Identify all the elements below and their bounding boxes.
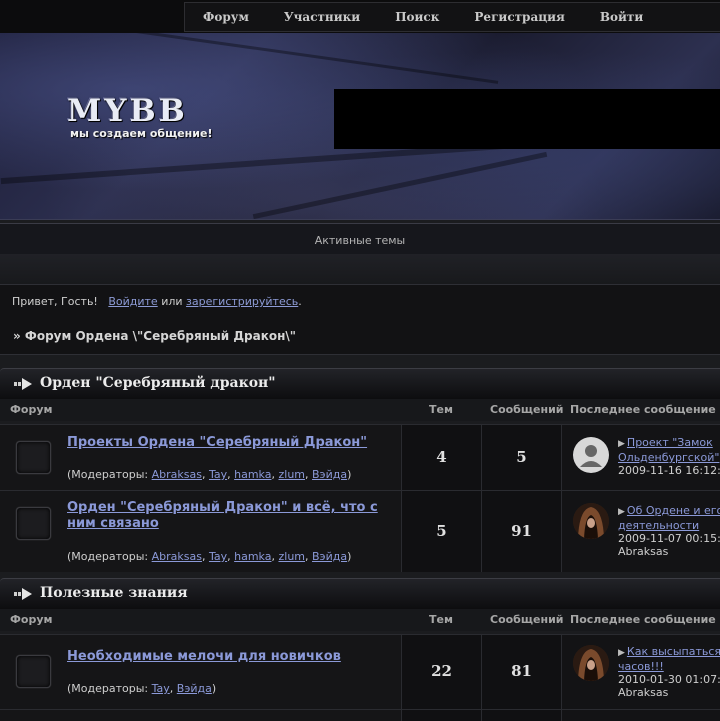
avatar[interactable] xyxy=(573,503,609,539)
goto-post-icon[interactable]: ▶ xyxy=(618,507,625,517)
forum-status-icon xyxy=(16,441,51,474)
top-menu: Форум Участники Поиск Регистрация Войти xyxy=(184,2,720,32)
breadcrumb: » Форум Ордена \"Серебряный Дракон\" xyxy=(0,318,720,355)
category-title: Полезные знания xyxy=(40,585,188,601)
last-post-link-cont[interactable]: деятельности xyxy=(618,519,699,532)
forum-row: Необходимые мелочи для новичков (Модерат… xyxy=(0,634,720,709)
hooded-avatar-icon xyxy=(573,645,609,681)
moderator-link[interactable]: Вэйда xyxy=(312,468,347,481)
posts-count: 91 xyxy=(511,522,532,540)
site-logo[interactable]: MYBB мы создаем общение! xyxy=(67,93,212,140)
last-post-date: 2009-11-07 00:15: xyxy=(618,532,720,545)
moderator-link[interactable]: Abraksas xyxy=(152,550,202,563)
header-banner: MYBB мы создаем общение! xyxy=(0,33,720,220)
topics-count: 4 xyxy=(436,448,447,466)
category-arrow-icon xyxy=(14,588,32,600)
last-post-info: ▶ Проект "Замок Ольденбургской" 2009-11-1… xyxy=(618,436,720,477)
last-post-author[interactable]: Abraksas xyxy=(618,686,668,699)
top-navigation: Форум Участники Поиск Регистрация Войти xyxy=(0,0,720,34)
forum-status-icon xyxy=(16,655,51,688)
logo-slogan: мы создаем общение! xyxy=(70,127,213,140)
avatar[interactable] xyxy=(573,645,609,681)
column-headers: Форум Тем Сообщений Последнее сообщение xyxy=(0,609,720,631)
moderator-link[interactable]: Вэйда xyxy=(177,682,212,695)
nav-members[interactable]: Участники xyxy=(284,10,360,24)
last-post-link-cont[interactable]: Ольденбургской" xyxy=(618,451,719,464)
default-user-icon xyxy=(573,437,609,473)
posts-count: 5 xyxy=(516,448,527,466)
category-header[interactable]: Орден "Серебряный дракон" xyxy=(0,368,720,399)
moderator-link[interactable]: Tay xyxy=(152,682,170,695)
forum-title[interactable]: Орден "Серебряный Дракон" и всё, что с н… xyxy=(67,500,387,532)
col-posts: Сообщений xyxy=(490,403,564,416)
greeting-text: Привет, Гость! xyxy=(12,295,98,308)
topics-count: 22 xyxy=(431,662,452,680)
goto-post-icon[interactable]: ▶ xyxy=(618,648,625,658)
goto-post-icon[interactable]: ▶ xyxy=(618,439,625,449)
category-header[interactable]: Полезные знания xyxy=(0,578,720,609)
forum-title[interactable]: Проекты Ордена "Серебряный Дракон" xyxy=(67,435,387,451)
col-topics: Тем xyxy=(429,403,453,416)
ad-banner-placeholder xyxy=(334,89,720,149)
moderator-link[interactable]: Tay xyxy=(209,468,227,481)
last-post-info: ▶ Об Ордене и его деятельности 2009-11-07… xyxy=(618,504,720,558)
dot-text: . xyxy=(298,295,302,308)
col-posts: Сообщений xyxy=(490,613,564,626)
nav-forum[interactable]: Форум xyxy=(203,10,249,24)
nav-register[interactable]: Регистрация xyxy=(474,10,564,24)
last-post-author[interactable]: Abraksas xyxy=(618,545,668,558)
hooded-avatar-icon xyxy=(573,503,609,539)
moderator-link[interactable]: hamka xyxy=(234,468,271,481)
forum-status-icon xyxy=(16,507,51,540)
active-topics-bar: Активные темы xyxy=(0,223,720,255)
avatar[interactable] xyxy=(573,437,609,473)
posts-count: 81 xyxy=(511,662,532,680)
nav-login[interactable]: Войти xyxy=(600,10,643,24)
column-headers: Форум Тем Сообщений Последнее сообщение xyxy=(0,399,720,421)
moderator-link[interactable]: Abraksas xyxy=(152,468,202,481)
col-topics: Тем xyxy=(429,613,453,626)
col-forum: Форум xyxy=(10,613,53,626)
category-arrow-icon xyxy=(14,378,32,390)
or-text: или xyxy=(161,295,183,308)
forum-row: Проекты Ордена "Серебряный Дракон" (Моде… xyxy=(0,424,720,490)
last-post-link[interactable]: Об Ордене и его xyxy=(627,504,720,517)
moderator-link[interactable]: Вэйда xyxy=(312,550,347,563)
guest-welcome: Привет, Гость! Войдите или зарегистрируй… xyxy=(0,284,720,319)
topics-count: 5 xyxy=(436,522,447,540)
col-forum: Форум xyxy=(10,403,53,416)
moderator-link[interactable]: zlum xyxy=(278,550,305,563)
forum-title[interactable]: Необходимые мелочи для новичков xyxy=(67,649,387,665)
moderator-link[interactable]: hamka xyxy=(234,550,271,563)
col-last-post: Последнее сообщение xyxy=(570,613,716,626)
forum-row-partial xyxy=(0,709,720,721)
breadcrumb-forum[interactable]: » Форум Ордена \"Серебряный Дракон\" xyxy=(13,329,296,343)
last-post-link-cont[interactable]: часов!!! xyxy=(618,660,664,673)
register-link[interactable]: зарегистрируйтесь xyxy=(186,295,298,308)
last-post-date: 2009-11-16 16:12: xyxy=(618,464,720,477)
texture-strip xyxy=(0,254,720,284)
logo-text: MYBB xyxy=(67,93,188,129)
forum-moderators: (Модераторы: Abraksas, Tay, hamka, zlum,… xyxy=(67,550,352,563)
last-post-info: ▶ Как высыпаться часов!!! 2010-01-30 01:0… xyxy=(618,645,720,699)
nav-search[interactable]: Поиск xyxy=(395,10,439,24)
forum-moderators: (Модераторы: Tay, Вэйда) xyxy=(67,682,217,695)
forum-row: Орден "Серебряный Дракон" и всё, что с н… xyxy=(0,490,720,572)
last-post-date: 2010-01-30 01:07: xyxy=(618,673,720,686)
moderator-link[interactable]: zlum xyxy=(278,468,305,481)
last-post-link[interactable]: Как высыпаться xyxy=(627,645,720,658)
login-link[interactable]: Войдите xyxy=(108,295,157,308)
col-last-post: Последнее сообщение xyxy=(570,403,716,416)
moderator-link[interactable]: Tay xyxy=(209,550,227,563)
forum-moderators: (Модераторы: Abraksas, Tay, hamka, zlum,… xyxy=(67,468,352,481)
category-title: Орден "Серебряный дракон" xyxy=(40,375,276,391)
active-topics-link[interactable]: Активные темы xyxy=(315,234,406,247)
last-post-link[interactable]: Проект "Замок xyxy=(627,436,713,449)
